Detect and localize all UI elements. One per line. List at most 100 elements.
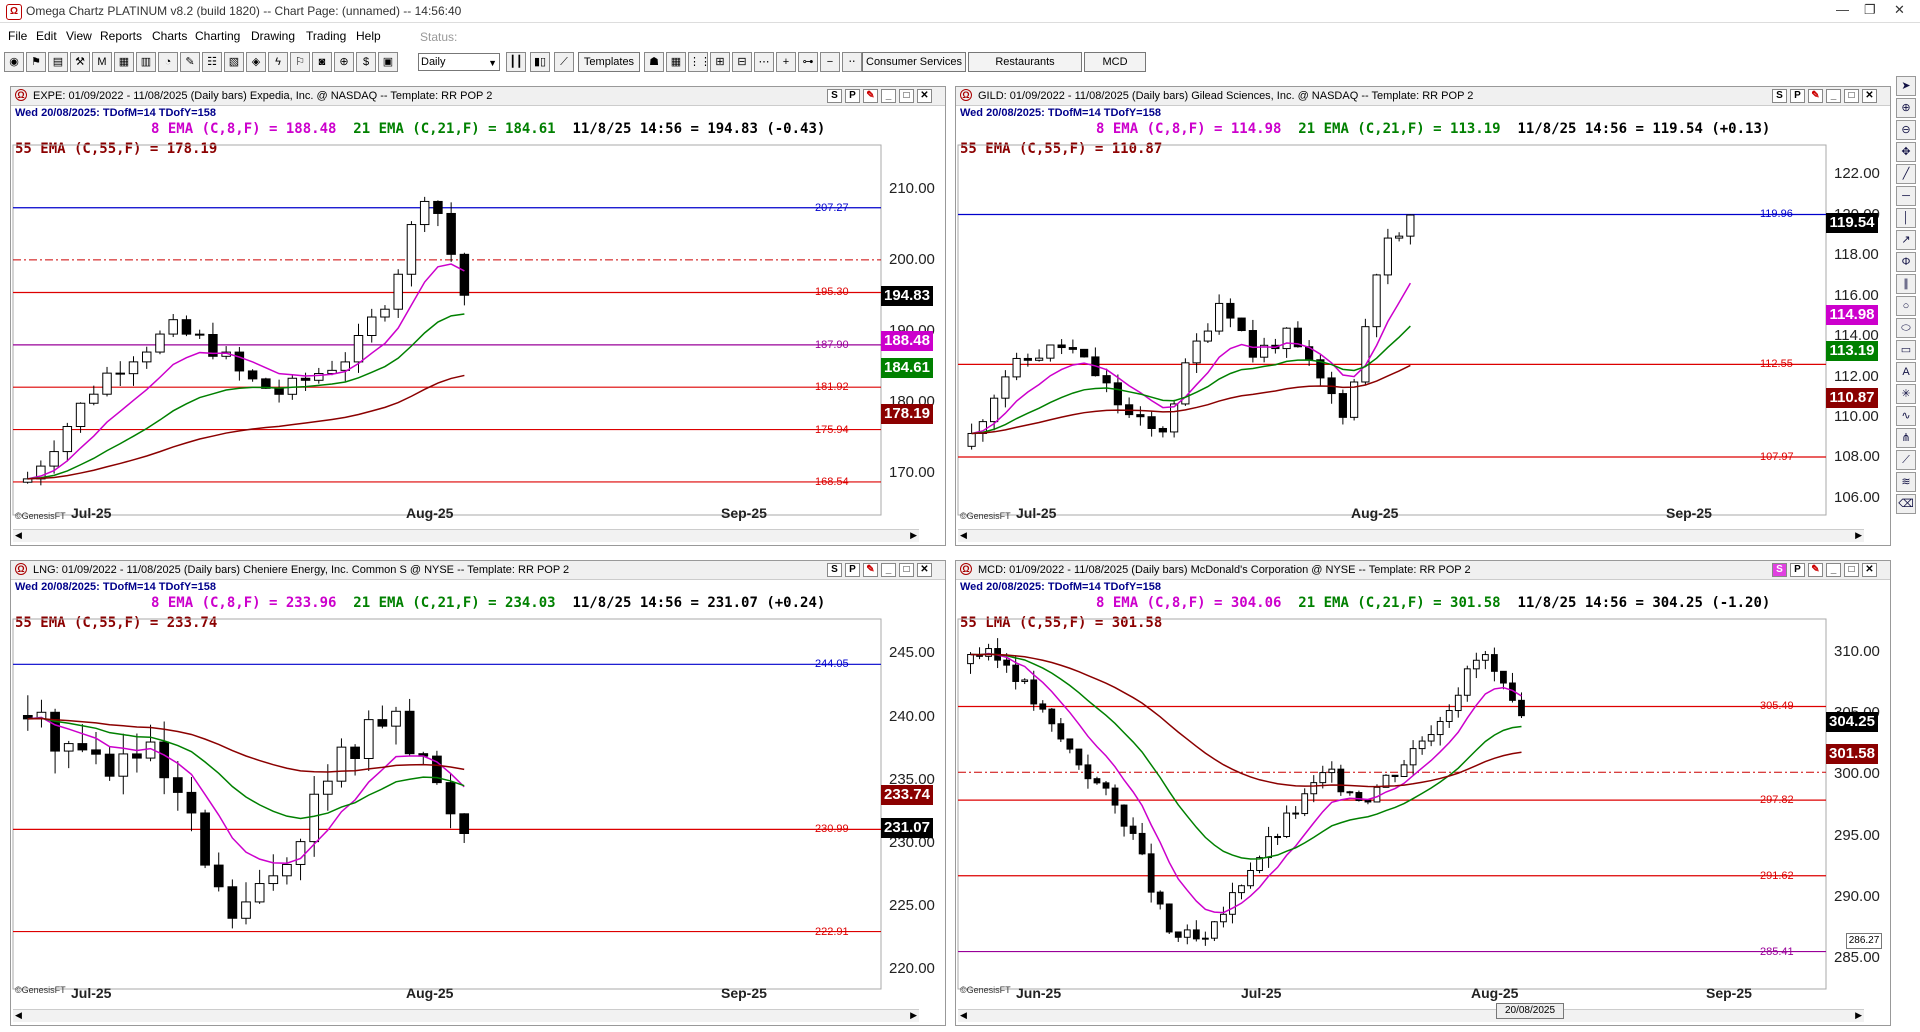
horizontal-scrollbar[interactable]: ◀ ▶ <box>13 529 919 542</box>
ladder-icon[interactable]: ☷ <box>202 52 222 72</box>
candle-body <box>186 791 197 814</box>
lightning-icon[interactable]: ϟ <box>268 52 288 72</box>
chart-panel[interactable]: Ω MCD: 01/09/2022 - 11/08/2025 (Daily ba… <box>955 560 1891 1026</box>
horizontal-scrollbar[interactable]: ◀ ▶ <box>13 1009 919 1022</box>
camera-icon[interactable]: ◙ <box>312 52 332 72</box>
grid-icon[interactable]: ▥ <box>136 52 156 72</box>
pencil-icon[interactable]: ✎ <box>180 52 200 72</box>
scroll-left-icon[interactable]: ◀ <box>960 530 967 541</box>
gann-icon[interactable]: ✳ <box>1896 384 1916 404</box>
m-icon[interactable]: M <box>92 52 112 72</box>
scroll-right-icon[interactable]: ▶ <box>1855 1010 1862 1021</box>
menu-help[interactable]: Help <box>356 29 381 43</box>
people-icon[interactable]: ☗ <box>644 52 664 72</box>
x-axis-label: Sep-25 <box>721 505 767 521</box>
dots-icon[interactable]: ⋯ <box>754 52 774 72</box>
ellipse-icon[interactable]: ⬭ <box>1896 318 1916 338</box>
globe-icon[interactable]: ⊕ <box>334 52 354 72</box>
pitchfork-icon[interactable]: ⋔ <box>1896 428 1916 448</box>
vline-icon[interactable]: │ <box>1896 208 1916 228</box>
candle-body <box>274 387 284 395</box>
bar-chart-icon[interactable]: ┃┃ <box>506 52 526 72</box>
price-chart[interactable] <box>11 561 947 1027</box>
text-icon[interactable]: A <box>1896 362 1916 382</box>
scroll-right-icon[interactable]: ▶ <box>910 530 917 541</box>
gauge-icon[interactable]: ◔ <box>158 52 178 72</box>
candle-body <box>445 782 456 815</box>
templates-button[interactable]: Templates <box>578 52 640 72</box>
x-axis-label: Aug-25 <box>406 985 454 1001</box>
tab-mcd[interactable]: MCD <box>1084 52 1146 72</box>
line-chart-icon[interactable]: ⟋ <box>554 52 574 72</box>
circle-icon[interactable]: ○ <box>1896 296 1916 316</box>
layers-icon[interactable]: ▧ <box>224 52 244 72</box>
menu-trading[interactable]: Trading <box>306 29 346 43</box>
menu-charts[interactable]: Charts <box>152 29 187 43</box>
chart-panel[interactable]: Ω GILD: 01/09/2022 - 11/08/2025 (Daily b… <box>955 86 1891 546</box>
y-tick-label: 108.00 <box>1834 448 1880 466</box>
price-chart[interactable] <box>11 87 947 547</box>
minus-icon[interactable]: − <box>820 52 840 72</box>
price-chart[interactable] <box>956 561 1892 1027</box>
restore-icon[interactable]: ❐ <box>1864 2 1876 18</box>
candle-body <box>363 719 374 759</box>
cursor-icon[interactable]: ➤ <box>1896 76 1916 96</box>
trendline-icon[interactable]: ╱ <box>1896 164 1916 184</box>
chart-panel[interactable]: Ω LNG: 01/09/2022 - 11/08/2025 (Daily ba… <box>10 560 946 1026</box>
menu-file[interactable]: File <box>8 29 27 43</box>
link-icon[interactable]: ⊶ <box>798 52 818 72</box>
channel-icon[interactable]: ∥ <box>1896 274 1916 294</box>
flag-icon[interactable]: ⚐ <box>290 52 310 72</box>
tools-icon[interactable]: ⚒ <box>70 52 90 72</box>
speed-line-icon[interactable]: ⟋ <box>1896 450 1916 470</box>
scroll-right-icon[interactable]: ▶ <box>1855 530 1862 541</box>
box-icon[interactable]: ▣ <box>378 52 398 72</box>
menu-view[interactable]: View <box>66 29 92 43</box>
close-icon[interactable]: ✕ <box>1894 2 1905 18</box>
period-select[interactable]: Daily ▼ <box>418 53 500 71</box>
open-icon[interactable]: ◉ <box>4 52 24 72</box>
crosshair-icon[interactable]: + <box>776 52 796 72</box>
print-icon[interactable]: ▤ <box>48 52 68 72</box>
menu-edit[interactable]: Edit <box>36 29 57 43</box>
cycle-icon[interactable]: ∿ <box>1896 406 1916 426</box>
scroll-left-icon[interactable]: ◀ <box>960 1010 967 1021</box>
candle-body <box>1274 836 1282 839</box>
split-icon[interactable]: ⊞ <box>710 52 730 72</box>
dollar-icon[interactable]: $ <box>356 52 376 72</box>
fibonacci-icon[interactable]: Φ <box>1896 252 1916 272</box>
menu-reports[interactable]: Reports <box>100 29 142 43</box>
regression-icon[interactable]: ≋ <box>1896 472 1916 492</box>
price-value-tag: 113.19 <box>1826 341 1878 362</box>
minimize-icon[interactable]: — <box>1836 2 1849 17</box>
tab-restaurants[interactable]: Restaurants <box>968 52 1082 72</box>
horizontal-scrollbar[interactable]: ◀ ▶ <box>958 529 1864 542</box>
scroll-left-icon[interactable]: ◀ <box>15 530 22 541</box>
arrow-icon[interactable]: ↗ <box>1896 230 1916 250</box>
rectangle-icon[interactable]: ▭ <box>1896 340 1916 360</box>
dash-icon[interactable]: ⋅⋅ <box>842 52 862 72</box>
scroll-right-icon[interactable]: ▶ <box>910 1010 917 1021</box>
keypad-icon[interactable]: ⋮⋮ <box>688 52 711 72</box>
erase-icon[interactable]: ⌫ <box>1896 494 1916 514</box>
candle-body <box>1046 344 1055 359</box>
candle-body <box>459 253 470 296</box>
scroll-left-icon[interactable]: ◀ <box>15 1010 22 1021</box>
price-chart[interactable] <box>956 87 1892 547</box>
hline-icon[interactable]: ─ <box>1896 186 1916 206</box>
horizontal-scrollbar[interactable]: ◀ ▶ <box>958 1009 1864 1022</box>
table-icon[interactable]: ▦ <box>666 52 686 72</box>
pan-icon[interactable]: ✥ <box>1896 142 1916 162</box>
candle-icon[interactable]: ▮▯ <box>530 52 550 72</box>
split-v-icon[interactable]: ⊟ <box>732 52 752 72</box>
menu-charting[interactable]: Charting <box>195 29 240 43</box>
chart-icon[interactable]: ▦ <box>114 52 134 72</box>
candle-body <box>104 753 115 777</box>
tab-consumer-services[interactable]: Consumer Services <box>862 52 966 72</box>
chart-panel[interactable]: Ω EXPE: 01/09/2022 - 11/08/2025 (Daily b… <box>10 86 946 546</box>
menu-drawing[interactable]: Drawing <box>251 29 295 43</box>
scan-icon[interactable]: ◈ <box>246 52 266 72</box>
zoom-in-icon[interactable]: ⊕ <box>1896 98 1916 118</box>
traffic-light-icon[interactable]: ⚑ <box>26 52 46 72</box>
zoom-out-icon[interactable]: ⊖ <box>1896 120 1916 140</box>
